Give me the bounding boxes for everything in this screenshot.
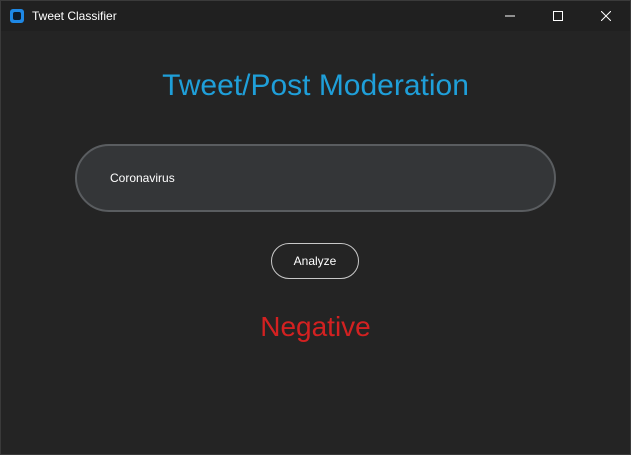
app-icon: [10, 9, 24, 23]
close-icon: [601, 11, 611, 21]
minimize-button[interactable]: [486, 1, 534, 31]
close-button[interactable]: [582, 1, 630, 31]
tweet-input[interactable]: [110, 146, 530, 210]
title-bar[interactable]: Tweet Classifier: [1, 1, 630, 31]
window-title: Tweet Classifier: [32, 9, 117, 23]
window-controls: [486, 1, 630, 31]
result-label: Negative: [260, 311, 371, 342]
maximize-icon: [553, 11, 563, 21]
main-content: Tweet/Post Moderation Analyze Negative: [1, 31, 630, 454]
app-window: Tweet Classifier Tweet/Post Moderation C…: [0, 0, 631, 455]
minimize-icon: [505, 15, 515, 17]
analyze-button[interactable]: Analyze: [271, 243, 359, 279]
tweet-input-container[interactable]: [75, 144, 556, 212]
maximize-button[interactable]: [534, 1, 582, 31]
page-title: Tweet/Post Moderation: [162, 69, 469, 102]
app-icon-inner: [13, 12, 21, 20]
